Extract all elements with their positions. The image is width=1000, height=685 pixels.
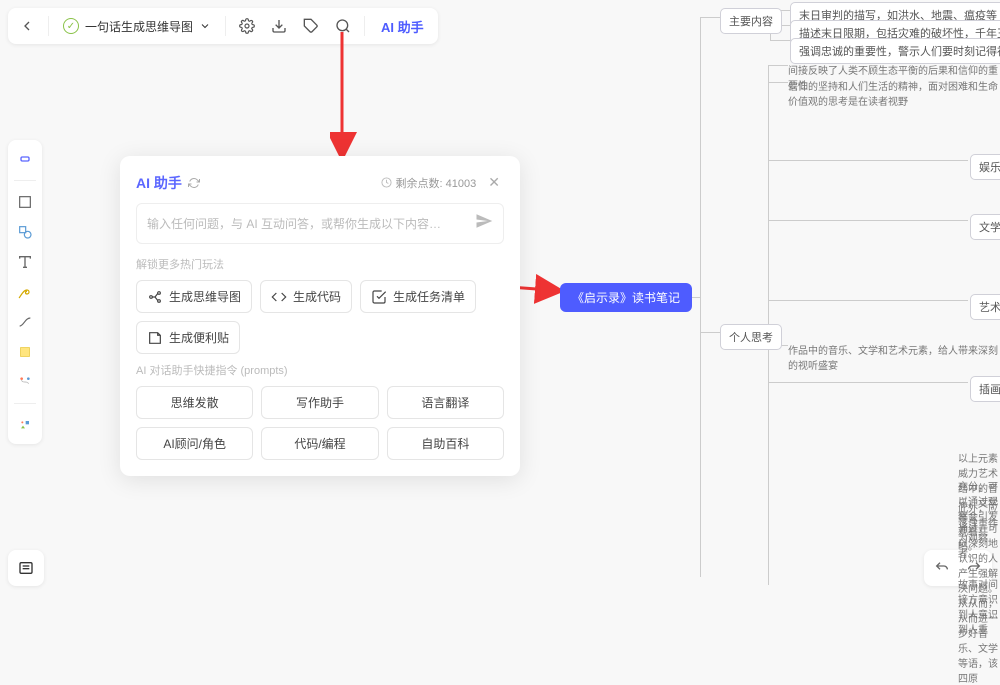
tool-text[interactable] [12,249,38,275]
outline-button[interactable] [8,550,44,586]
mindmap-root-node[interactable]: 《启示录》读书笔记 [560,283,692,312]
mindmap-text: 信仰的坚持和人们生活的精神，面对困难和生命价值观的思考是在读者视野 [788,78,998,108]
checklist-icon [371,289,387,305]
tool-more[interactable] [12,412,38,438]
ai-assistant-button[interactable]: AI 助手 [371,17,434,36]
mindmap-node[interactable]: 强调忠诚的重要性，警示人们要时刻记得神的话语 [790,38,1000,64]
mindmap-icon [147,289,163,305]
prompt-writing[interactable]: 写作助手 [261,386,378,419]
panel-title: AI 助手 [136,173,200,193]
mindmap-node[interactable]: 个人思考 [720,324,782,350]
prompt-translate[interactable]: 语言翻译 [387,386,504,419]
refresh-icon[interactable] [188,177,200,189]
top-toolbar: ✓ 一句话生成思维导图 AI 助手 [8,8,438,44]
tag-icon [303,18,319,34]
ai-assistant-panel: AI 助手 剩余点数: 41003 ✕ 解锁更多热门玩法 生成思维导图 生成代码 [120,156,520,476]
annotation-arrow-1 [330,32,370,162]
cloud-sync-icon: ✓ [63,18,79,34]
document-title: 一句话生成思维导图 [85,18,193,35]
section-header-actions: 解锁更多热门玩法 [136,256,504,272]
search-button[interactable] [328,11,358,41]
download-icon [271,18,287,34]
mindmap-text: 故事对间接方意识到人意识到人重 [958,576,1000,636]
tool-connector[interactable] [12,309,38,335]
send-button[interactable] [475,212,493,235]
mindmap-text: 作品中的音乐、文学和艺术元素，给人带来深刻的视听盛宴 [788,342,998,372]
tool-flowchart[interactable] [12,369,38,395]
tag-button[interactable] [296,11,326,41]
mindmap-node[interactable]: 娱乐元素 [970,154,1000,180]
sticky-icon [147,330,163,346]
tool-sticky[interactable] [12,339,38,365]
mindmap-canvas[interactable]: 《启示录》读书笔记 主要内容 个人思考 末日审判的描写，如洪水、地震、瘟疫等 描… [530,0,1000,594]
tool-shape[interactable] [12,219,38,245]
mindmap-node[interactable]: 文学元素 [970,214,1000,240]
prompt-coding[interactable]: 代码/编程 [261,427,378,460]
ai-prompt-input[interactable] [147,217,475,231]
mindmap-node[interactable]: 插画语言 [970,376,1000,402]
tool-select[interactable] [12,146,38,172]
gear-icon [239,18,255,34]
chevron-down-icon [199,20,211,32]
prompt-consultant[interactable]: AI顾问/角色 [136,427,253,460]
clock-icon [381,177,392,188]
action-generate-tasklist[interactable]: 生成任务清单 [360,280,476,313]
ai-input-row [136,203,504,244]
action-generate-sticky[interactable]: 生成便利贴 [136,321,240,354]
send-icon [475,212,493,230]
mindmap-node[interactable]: 艺术元素 [970,294,1000,320]
list-icon [18,560,34,576]
prompt-brainstorm[interactable]: 思维发散 [136,386,253,419]
close-panel-button[interactable]: ✕ [484,172,504,193]
section-header-prompts: AI 对话助手快捷指令 (prompts) [136,362,504,378]
document-title-dropdown[interactable]: ✓ 一句话生成思维导图 [55,11,219,41]
mindmap-node[interactable]: 主要内容 [720,8,782,34]
export-button[interactable] [264,11,294,41]
action-generate-mindmap[interactable]: 生成思维导图 [136,280,252,313]
action-generate-code[interactable]: 生成代码 [260,280,352,313]
points-indicator: 剩余点数: 41003 [381,175,476,191]
settings-button[interactable] [232,11,262,41]
code-icon [271,289,287,305]
side-toolbar [8,140,42,444]
tool-pen[interactable] [12,279,38,305]
back-button[interactable] [12,11,42,41]
tool-frame[interactable] [12,189,38,215]
prompt-encyclopedia[interactable]: 自助百科 [387,427,504,460]
search-icon [335,18,351,34]
